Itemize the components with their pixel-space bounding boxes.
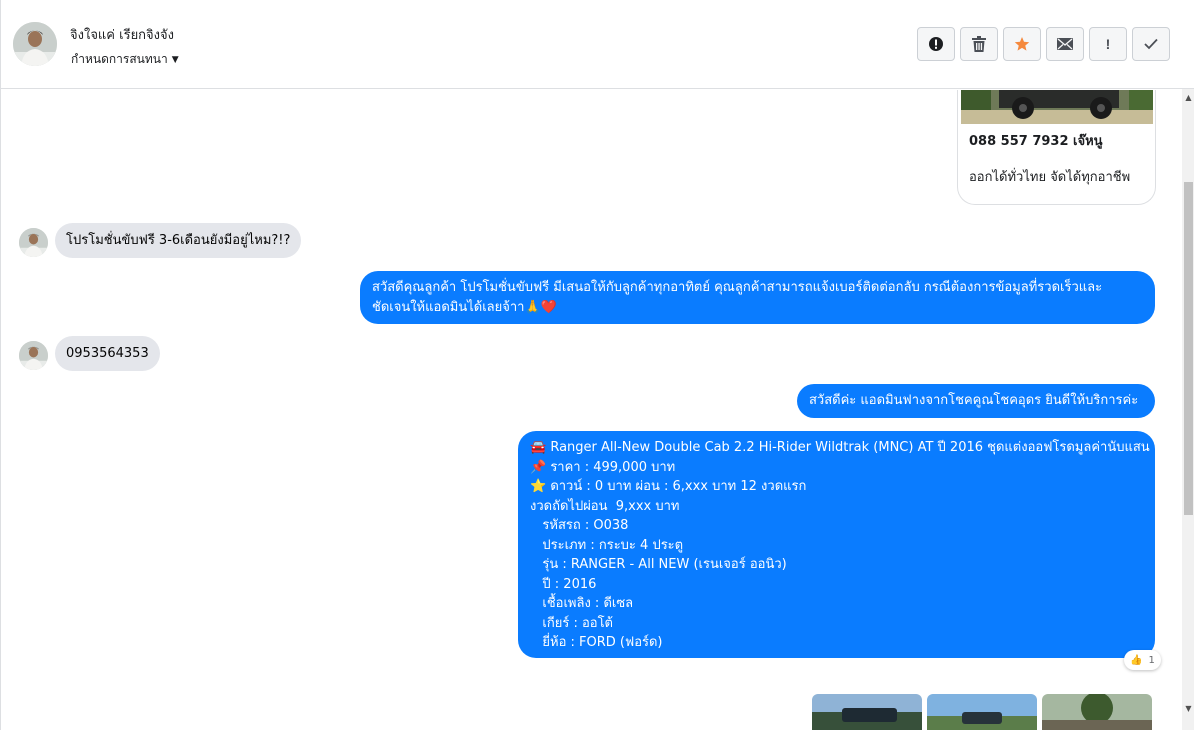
- listing-line: 📌 ราคา : 499,000 บาท: [530, 459, 676, 475]
- thumbs-up-icon: 👍: [1130, 654, 1143, 666]
- trash-icon: [972, 36, 986, 52]
- assign-conversation-label: กำหนดการสนทนา: [71, 52, 168, 66]
- delete-button[interactable]: [960, 27, 998, 61]
- incoming-message[interactable]: โปรโมชั่นขับฟรี 3-6เดือนยังมีอยู่ไหม?!?: [55, 223, 302, 258]
- caret-down-icon: ▼: [171, 54, 179, 65]
- star-button[interactable]: [1003, 27, 1041, 61]
- listing-line: รหัสรถ : O038: [530, 518, 629, 533]
- message-thread[interactable]: 088 557 7932 เจ๊หนู ออกได้ทั่วไทย จัดได้…: [2, 90, 1182, 730]
- scroll-up-arrow-icon[interactable]: ▲: [1182, 91, 1194, 105]
- image-attachment[interactable]: [1042, 694, 1152, 730]
- envelope-icon: [1057, 38, 1073, 50]
- thread-scrollbar[interactable]: ▲ ▼: [1182, 89, 1194, 730]
- listing-line: ปี : 2016: [530, 576, 597, 592]
- check-icon: [1144, 38, 1158, 50]
- listing-line: รุ่น : RANGER - All NEW (เรนเจอร์ ออนิว): [530, 557, 787, 572]
- alert-circle-icon: [929, 37, 943, 51]
- conversation-toolbar: !: [917, 27, 1170, 61]
- image-attachments: [812, 694, 1152, 730]
- product-card[interactable]: 088 557 7932 เจ๊หนู ออกได้ทั่วไทย จัดได้…: [957, 90, 1156, 205]
- outgoing-message[interactable]: สวัสดีคุณลูกค้า โปรโมชั่นขับฟรี มีเสนอให…: [360, 271, 1155, 324]
- outgoing-message-line: ชัดเจนให้แอดมินได้เลยจ้าา🙏❤️: [372, 299, 557, 315]
- important-button[interactable]: !: [1089, 27, 1127, 61]
- product-card-title: 088 557 7932 เจ๊หนู: [969, 134, 1103, 149]
- contact-avatar[interactable]: [13, 22, 57, 66]
- done-button[interactable]: [1132, 27, 1170, 61]
- listing-line: เชื้อเพลิง : ดีเซล: [530, 596, 634, 611]
- listing-line: งวดถัดไปผ่อน 9,xxx บาท: [530, 498, 680, 514]
- report-button[interactable]: [917, 27, 955, 61]
- outgoing-message[interactable]: สวัสดีค่ะ แอดมินฟางจากโชคคูณโชคอุดร ยินด…: [797, 384, 1155, 418]
- conversation-header: จิงใจแค่ เรียกจิงจัง กำหนดการสนทนา ▼ !: [1, 0, 1194, 89]
- scrollbar-thumb[interactable]: [1184, 182, 1193, 515]
- exclamation-icon: !: [1105, 36, 1111, 52]
- star-icon: [1014, 37, 1030, 51]
- image-attachment[interactable]: [812, 694, 922, 730]
- sender-avatar[interactable]: [19, 341, 48, 370]
- product-card-image: [961, 90, 1153, 124]
- outgoing-listing-message[interactable]: 🚘 Ranger All-New Double Cab 2.2 Hi-Rider…: [518, 431, 1155, 658]
- reaction-count: 1: [1148, 654, 1155, 666]
- messenger-window: จิงใจแค่ เรียกจิงจัง กำหนดการสนทนา ▼ ! 0…: [0, 0, 1194, 730]
- product-card-description: ออกได้ทั่วไทย จัดได้ทุกอาชีพ: [969, 170, 1131, 185]
- listing-line: ยี่ห้อ : FORD (ฟอร์ด): [530, 635, 663, 650]
- outgoing-message-line: สวัสดีคุณลูกค้า โปรโมชั่นขับฟรี มีเสนอให…: [372, 280, 1103, 295]
- listing-line: 🚘 Ranger All-New Double Cab 2.2 Hi-Rider…: [530, 440, 1150, 455]
- incoming-message[interactable]: 0953564353: [55, 336, 160, 371]
- image-attachment[interactable]: [927, 694, 1037, 730]
- mail-button[interactable]: [1046, 27, 1084, 61]
- contact-name[interactable]: จิงใจแค่ เรียกจิงจัง: [70, 24, 174, 45]
- sender-avatar[interactable]: [19, 228, 48, 257]
- assign-conversation-dropdown[interactable]: กำหนดการสนทนา ▼: [71, 50, 179, 69]
- listing-line: ประเภท : กระบะ 4 ประตู: [530, 537, 684, 553]
- listing-line: เกียร์ : ออโต้: [530, 615, 613, 631]
- listing-line: ⭐ ดาวน์ : 0 บาท ผ่อน : 6,xxx บาท 12 งวดแ…: [530, 479, 807, 494]
- scroll-down-arrow-icon[interactable]: ▼: [1182, 702, 1194, 716]
- message-reaction[interactable]: 👍 1: [1124, 650, 1161, 670]
